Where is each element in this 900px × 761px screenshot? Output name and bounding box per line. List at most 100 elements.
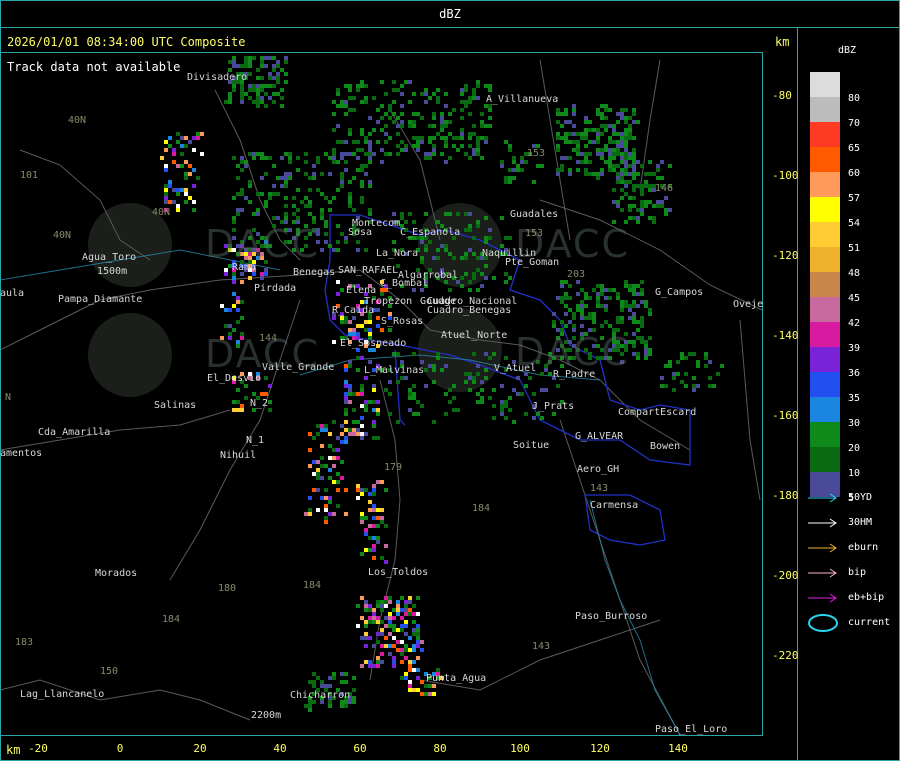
y-tick-label: -200 bbox=[772, 569, 799, 582]
legend-swatch bbox=[810, 322, 840, 347]
place-label: amentos bbox=[0, 448, 43, 459]
place-label: Pampa_Diamante bbox=[58, 294, 143, 305]
track-arrow-icon bbox=[808, 543, 837, 553]
legend-swatch-label: 42 bbox=[848, 318, 861, 329]
legend-swatch-label: 80 bbox=[848, 93, 861, 104]
route-number-label: 184 bbox=[303, 580, 322, 591]
legend-swatch bbox=[810, 97, 840, 122]
place-label: Benegas bbox=[293, 267, 336, 278]
place-label: V_Atuel bbox=[494, 363, 537, 374]
place-label: Pirdada bbox=[254, 283, 297, 294]
timestamp-label: 2026/01/01 08:34:00 UTC Composite bbox=[7, 35, 246, 49]
place-label: El_Desvio bbox=[207, 373, 262, 384]
place-label: Oveje bbox=[733, 299, 764, 310]
place-label: N_1 bbox=[246, 435, 265, 446]
place-label: Guadales bbox=[510, 209, 559, 220]
place-label: Rama bbox=[232, 262, 257, 273]
legend-swatch-label: 20 bbox=[848, 443, 861, 454]
x-tick-label: 100 bbox=[510, 742, 530, 755]
track-arrow-icon bbox=[808, 493, 837, 503]
place-label: Cda_Amarilla bbox=[38, 427, 111, 438]
legend-swatch bbox=[810, 422, 840, 447]
legend-swatch-label: 60 bbox=[848, 168, 861, 179]
place-label: R_Padre bbox=[553, 369, 596, 380]
legend-swatch bbox=[810, 297, 840, 322]
route-number-label: 143 bbox=[590, 483, 609, 494]
plot-area-border bbox=[0, 52, 763, 736]
x-tick-label: 140 bbox=[668, 742, 688, 755]
legend-swatch bbox=[810, 272, 840, 297]
place-label: Tropezon bbox=[364, 296, 413, 307]
place-label: A_Villanueva bbox=[486, 94, 559, 105]
legend-swatch-label: 35 bbox=[848, 393, 861, 404]
place-label: CompartEscard bbox=[618, 407, 697, 418]
place-label: L_Malvinas bbox=[364, 365, 425, 376]
route-number-label: 153 bbox=[525, 228, 544, 239]
place-label: Lag_Llancanelo bbox=[20, 689, 105, 700]
place-label: S_Rosas bbox=[381, 316, 424, 327]
route-number-label: 180 bbox=[218, 583, 237, 594]
place-label: Morados bbox=[95, 568, 138, 579]
y-tick-label: -80 bbox=[772, 89, 792, 102]
route-number-label: 40N bbox=[53, 230, 72, 241]
place-label: J_Prats bbox=[532, 401, 575, 412]
track-type-label: 30HM bbox=[848, 517, 873, 528]
legend-swatch bbox=[810, 197, 840, 222]
track-type-label: eburn bbox=[848, 542, 879, 553]
current-cell-ellipse-icon bbox=[808, 614, 838, 632]
y-tick-label: -160 bbox=[772, 409, 799, 422]
track-arrow-icon bbox=[808, 518, 837, 528]
place-label: Soitue bbox=[513, 440, 550, 451]
x-tick-label: -20 bbox=[28, 742, 48, 755]
y-axis-unit-label: km bbox=[775, 35, 790, 49]
place-label: Salinas bbox=[154, 400, 197, 411]
route-number-label: 150 bbox=[100, 666, 119, 677]
route-number-label: 40N bbox=[68, 115, 87, 126]
place-label: Los_Toldos bbox=[368, 567, 429, 578]
legend-swatch-label: 57 bbox=[848, 193, 861, 204]
place-label: Sosa bbox=[348, 227, 373, 238]
legend-swatch-label: 70 bbox=[848, 118, 861, 129]
place-label: Chicharron bbox=[290, 690, 351, 701]
y-tick-label: -120 bbox=[772, 249, 799, 262]
place-label: Aero_GH bbox=[577, 464, 620, 475]
watermark-text: DACC bbox=[205, 222, 320, 266]
track-type-label: eb+bip bbox=[848, 592, 885, 603]
place-label: Goudge bbox=[420, 296, 457, 307]
place-label: Carmensa bbox=[590, 500, 639, 511]
y-tick-label: -180 bbox=[772, 489, 799, 502]
y-tick-label: -100 bbox=[772, 169, 799, 182]
track-type-label: bip bbox=[848, 567, 867, 578]
place-label: El_Sosneado bbox=[340, 338, 407, 349]
route-number-label: 144 bbox=[259, 333, 278, 344]
route-number-label: 184 bbox=[162, 614, 181, 625]
y-tick-label: -140 bbox=[772, 329, 799, 342]
place-label: aula bbox=[0, 288, 25, 299]
x-tick-label: 60 bbox=[353, 742, 367, 755]
place-label: C_Bombal bbox=[380, 278, 429, 289]
legend-swatch bbox=[810, 147, 840, 172]
route-number-label: 40N bbox=[152, 207, 171, 218]
track-arrow-icon bbox=[808, 593, 837, 603]
route-number-label: 184 bbox=[472, 503, 491, 514]
legend-swatch bbox=[810, 347, 840, 372]
place-label: C_Espanola bbox=[400, 227, 461, 238]
legend-swatch bbox=[810, 72, 840, 97]
y-tick-label: -220 bbox=[772, 649, 799, 662]
place-label: 2200m bbox=[251, 710, 282, 721]
legend-swatch-label: 48 bbox=[848, 268, 861, 279]
place-label: La_Nora bbox=[376, 248, 419, 259]
x-tick-label: 80 bbox=[433, 742, 447, 755]
legend-swatch bbox=[810, 247, 840, 272]
legend-swatch-label: 39 bbox=[848, 343, 861, 354]
track-type-label: 50YD bbox=[848, 492, 873, 503]
place-label: G_ALVEAR bbox=[575, 431, 624, 442]
place-label: G_Campos bbox=[655, 287, 704, 298]
place-label: Punta_Agua bbox=[426, 673, 487, 684]
place-label: Valle_Grande bbox=[262, 362, 335, 373]
route-number-label: 146 bbox=[655, 183, 674, 194]
legend-swatch-label: 65 bbox=[848, 143, 861, 154]
route-number-label: 183 bbox=[15, 637, 34, 648]
place-label: Nihuil bbox=[220, 450, 257, 461]
legend-swatch-label: 51 bbox=[848, 243, 861, 254]
